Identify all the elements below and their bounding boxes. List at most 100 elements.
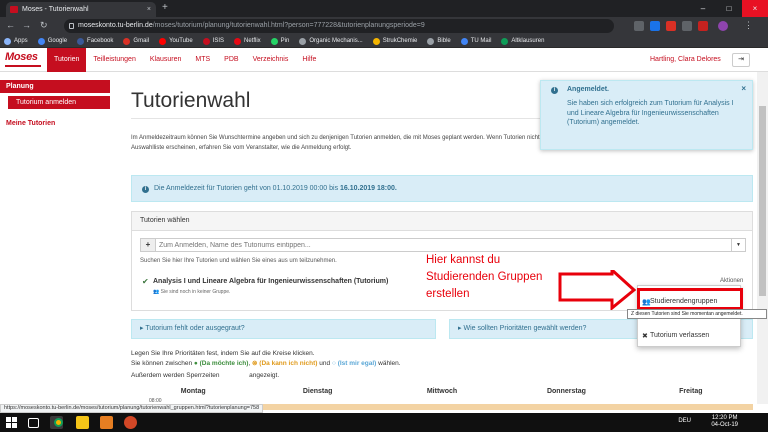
intro-text: Im Anmeldezeitraum können Sie Wunschterm… (131, 135, 557, 151)
bookmark-favicon-icon (77, 37, 85, 45)
info-deadline: 16.10.2019 18:00. (340, 185, 397, 192)
bookmark-label: Google (47, 38, 68, 44)
windows-start-icon[interactable] (5, 416, 18, 429)
nav-item-teilleistungen[interactable]: Teilleistungen (86, 48, 142, 72)
bookmark-label: Netflix (244, 38, 261, 44)
bookmark-favicon-icon (37, 37, 45, 45)
info-text: Die Anmeldezeit für Tutorien geht von 01… (154, 185, 341, 192)
tutorial-search: + ▼ (140, 238, 746, 252)
profile-avatar-icon[interactable] (718, 21, 728, 31)
new-tab-icon[interactable]: + (162, 2, 168, 13)
bookmark-favicon-icon (4, 37, 11, 45)
close-icon[interactable]: × (741, 84, 746, 93)
tooltip: Z diesen Tutorien sind Sie momentan ange… (627, 309, 767, 319)
logo-text: Moses (5, 51, 38, 63)
file-explorer-icon[interactable] (76, 416, 89, 429)
extension-icon[interactable] (698, 21, 708, 31)
annotation-highlight-box (637, 288, 743, 310)
day-header-montag: Montag (180, 388, 206, 395)
forward-icon[interactable]: → (22, 20, 31, 30)
bookmark-item[interactable]: Organic Mechanis... (299, 37, 363, 45)
chevron-down-icon[interactable]: ▼ (731, 239, 745, 251)
bookmark-item[interactable]: Facebook (77, 37, 113, 45)
bookmark-label: StrukChemie (382, 38, 418, 44)
bookmark-item[interactable]: Netflix (234, 37, 261, 45)
course-group-note-text: Sie sind noch in keiner Gruppe. (160, 289, 231, 295)
plus-icon[interactable]: + (141, 239, 156, 251)
nav-item-klausuren[interactable]: Klausuren (143, 48, 189, 72)
menu-kebab-icon[interactable]: ⋮ (744, 20, 753, 31)
bookmark-favicon-icon (202, 37, 210, 45)
prio-line-2: Sie können zwischen ● (Da möchte ich), ⊗… (131, 360, 401, 367)
moses-logo[interactable]: Moses (5, 51, 43, 69)
menu-item-label: Tutorium verlassen (650, 332, 710, 339)
bookmark-item[interactable]: Bible (427, 37, 451, 45)
url-path: /moses/tutorium/planung/tutorienwahl.htm… (152, 22, 425, 29)
prio-green: (Da möchte ich) (199, 360, 249, 367)
nav-item-tutorien[interactable]: Tutorien (47, 48, 87, 72)
keyboard-language[interactable]: DEU (678, 418, 691, 424)
priorities-help-text: Wie sollten Prioritäten gewählt werden? (463, 325, 587, 332)
bookmark-favicon-icon (270, 37, 278, 45)
nav-item-hilfe[interactable]: Hilfe (295, 48, 323, 72)
task-view-icon[interactable] (28, 418, 39, 428)
bookmark-label: Organic Mechanis... (309, 38, 363, 44)
priority-instructions: Legen Sie Ihre Prioritäten fest, indem S… (131, 349, 531, 381)
annotation-line-2: Studierenden Gruppen (426, 271, 543, 283)
day-header-donnerstag: Donnerstag (546, 388, 586, 395)
missing-tutorial-alert[interactable]: ▸ Tutorium fehlt oder ausgegraut? (131, 319, 436, 339)
bookmark-favicon-icon (159, 37, 167, 45)
window-close-icon[interactable]: × (742, 0, 768, 17)
browser-tab[interactable]: Moses - Tutorienwahl × (6, 2, 156, 17)
close-tab-icon[interactable]: × (147, 2, 151, 17)
bookmark-favicon-icon (299, 37, 307, 45)
annotation-line-3: erstellen (426, 288, 470, 300)
bookmark-label: Altklausuren (511, 38, 545, 44)
missing-tutorial-text: Tutorium fehlt oder ausgegraut? (145, 325, 245, 332)
extension-icon[interactable] (634, 21, 644, 31)
sidebar-item-meine-tutorien[interactable]: Meine Tutorien (0, 120, 110, 127)
app-icon[interactable] (100, 416, 113, 429)
bookmark-label: Apps (14, 38, 28, 44)
bookmark-item[interactable]: Apps (4, 37, 28, 45)
nav-item-mts[interactable]: MTS (188, 48, 217, 72)
bookmark-favicon-icon (427, 37, 435, 45)
green-circle-icon: ● (193, 360, 198, 367)
sidebar-item-tutorium-anmelden[interactable]: Tutorium anmelden (8, 96, 110, 109)
nav-item-verzeichnis[interactable]: Verzeichnis (246, 48, 296, 72)
bookmark-label: Pin (280, 38, 290, 44)
user-name[interactable]: Hartling, Clara Delores (650, 48, 721, 72)
bookmark-item[interactable]: Pin (270, 37, 290, 45)
course-title: Analysis I und Lineare Algebra für Ingen… (153, 278, 389, 285)
bookmark-item[interactable]: Gmail (123, 37, 149, 45)
menu-item-tutorium-verlassen[interactable]: ✖ Tutorium verlassen (638, 332, 740, 340)
address-bar[interactable]: moseskonto.tu-berlin.de/moses/tutorium/p… (64, 19, 614, 33)
bookmark-item[interactable]: TU Mail (460, 37, 491, 45)
tutorial-search-input[interactable] (159, 240, 719, 250)
extension-icon[interactable] (666, 21, 676, 31)
maximize-icon[interactable]: □ (716, 0, 742, 17)
sidebar-section-planung[interactable]: Planung (0, 80, 110, 93)
bookmark-favicon-icon (460, 37, 468, 45)
back-icon[interactable]: ← (6, 20, 15, 30)
reload-icon[interactable]: ↻ (40, 20, 48, 31)
bookmark-item[interactable]: StrukChemie (372, 37, 418, 45)
clock[interactable]: 12:20 PM 04-Oct-19 (711, 415, 738, 429)
bookmark-item[interactable]: YouTube (159, 37, 193, 45)
page-scrollbar[interactable] (757, 72, 768, 404)
extension-icon[interactable] (650, 21, 660, 31)
minimize-icon[interactable]: – (690, 0, 716, 17)
logo-underline (5, 65, 41, 67)
notification-message: Sie haben sich erfolgreich zum Tutorium … (567, 100, 734, 126)
prio-text-d: angezeigt. (249, 372, 280, 379)
bookmark-item[interactable]: Google (37, 37, 68, 45)
bookmark-item[interactable]: ISIS (202, 37, 224, 45)
nav-item-pdb[interactable]: PDB (217, 48, 245, 72)
main-nav: Tutorien Teilleistungen Klausuren MTS PDB Ver… (47, 48, 323, 72)
bookmark-item[interactable]: Altklausuren (501, 37, 545, 45)
course-group-note: 👥 Sie sind noch in keiner Gruppe. (153, 289, 230, 295)
logout-icon[interactable]: ⇥ (732, 53, 750, 67)
extension-icon[interactable] (682, 21, 692, 31)
scrollbar-thumb[interactable] (759, 106, 766, 296)
powerpoint-icon[interactable] (124, 416, 137, 429)
